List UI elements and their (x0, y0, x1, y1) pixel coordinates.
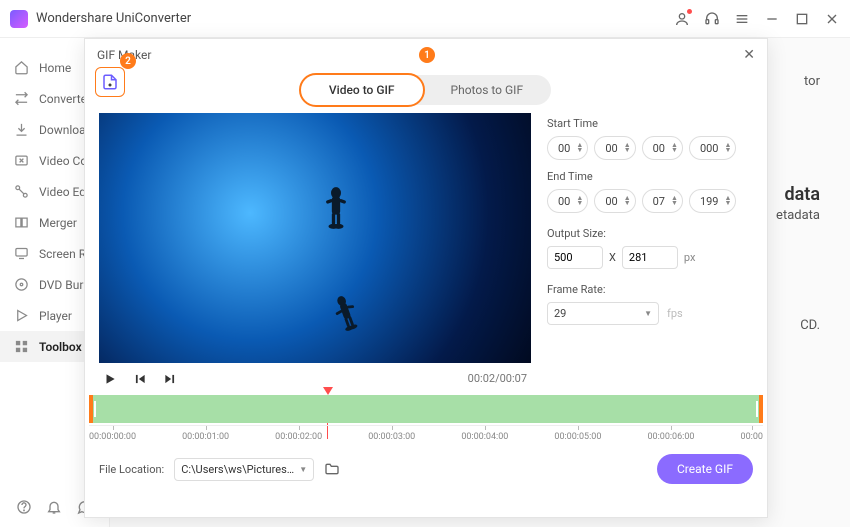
bg-text: CD. (800, 318, 820, 333)
minimize-icon[interactable] (764, 11, 780, 27)
titlebar: Wondershare UniConverter (0, 0, 850, 38)
frame-rate-select[interactable]: 29▼ (547, 302, 659, 325)
sidebar-item-label: Player (39, 309, 72, 323)
output-height-input[interactable] (622, 246, 678, 269)
file-location-select[interactable]: C:\Users\ws\Pictures\Wonders▼ (174, 458, 314, 481)
open-folder-icon[interactable] (324, 461, 340, 477)
trim-handle-left[interactable] (94, 401, 96, 417)
file-location-label: File Location: (99, 463, 164, 476)
close-window-icon[interactable] (824, 11, 840, 27)
step-badge-1: 1 (419, 47, 435, 63)
prev-frame-icon[interactable] (133, 371, 147, 385)
app-title: Wondershare UniConverter (36, 11, 191, 26)
output-size-label: Output Size: (547, 227, 753, 240)
end-ms[interactable]: 199▲▼ (689, 189, 736, 213)
start-hours[interactable]: 00▲▼ (547, 136, 588, 160)
help-icon[interactable] (16, 499, 32, 515)
px-label: px (684, 251, 696, 264)
start-time-label: Start Time (547, 117, 753, 130)
frame-rate-label: Frame Rate: (547, 283, 753, 296)
tab-video-to-gif[interactable]: Video to GIF (299, 73, 425, 107)
output-width-input[interactable] (547, 246, 603, 269)
bg-heading: data (784, 184, 820, 205)
end-time-label: End Time (547, 170, 753, 183)
end-hours[interactable]: 00▲▼ (547, 189, 588, 213)
sidebar-item-label: Home (39, 61, 71, 75)
video-preview (99, 113, 531, 363)
x-label: X (609, 251, 616, 264)
time-display: 00:02/00:07 (468, 372, 527, 385)
maximize-icon[interactable] (794, 11, 810, 27)
sidebar-item-label: Merger (39, 216, 77, 230)
mode-segment: Video to GIF Photos to GIF (301, 75, 551, 105)
gif-maker-modal: GIF Maker ✕ 1 2 Video to GIF Photos to G… (84, 38, 768, 518)
menu-icon[interactable] (734, 11, 750, 27)
start-minutes[interactable]: 00▲▼ (594, 136, 635, 160)
bg-text: etadata (776, 208, 820, 223)
step-badge-2: 2 (120, 53, 136, 69)
close-icon[interactable]: ✕ (743, 47, 755, 63)
end-seconds[interactable]: 07▲▼ (642, 189, 683, 213)
next-frame-icon[interactable] (163, 371, 177, 385)
tab-photos-to-gif[interactable]: Photos to GIF (423, 75, 552, 105)
start-ms[interactable]: 000▲▼ (689, 136, 736, 160)
create-gif-button[interactable]: Create GIF (657, 454, 753, 484)
add-file-button[interactable] (95, 67, 125, 97)
bell-icon[interactable] (46, 499, 62, 515)
playhead-marker[interactable] (323, 387, 333, 395)
app-logo (10, 10, 28, 28)
end-minutes[interactable]: 00▲▼ (594, 189, 635, 213)
timeline-ticks: 00:00:00:0000:00:01:0000:00:02:0000:00:0… (89, 425, 763, 442)
sidebar-item-label: Toolbox (39, 340, 82, 354)
bg-text: tor (804, 74, 820, 89)
trim-handle-right[interactable] (756, 401, 758, 417)
headset-icon[interactable] (704, 11, 720, 27)
start-seconds[interactable]: 00▲▼ (642, 136, 683, 160)
timeline-track[interactable] (89, 395, 763, 423)
account-icon[interactable] (674, 11, 690, 27)
play-icon[interactable] (103, 371, 117, 385)
fps-label: fps (667, 307, 683, 320)
